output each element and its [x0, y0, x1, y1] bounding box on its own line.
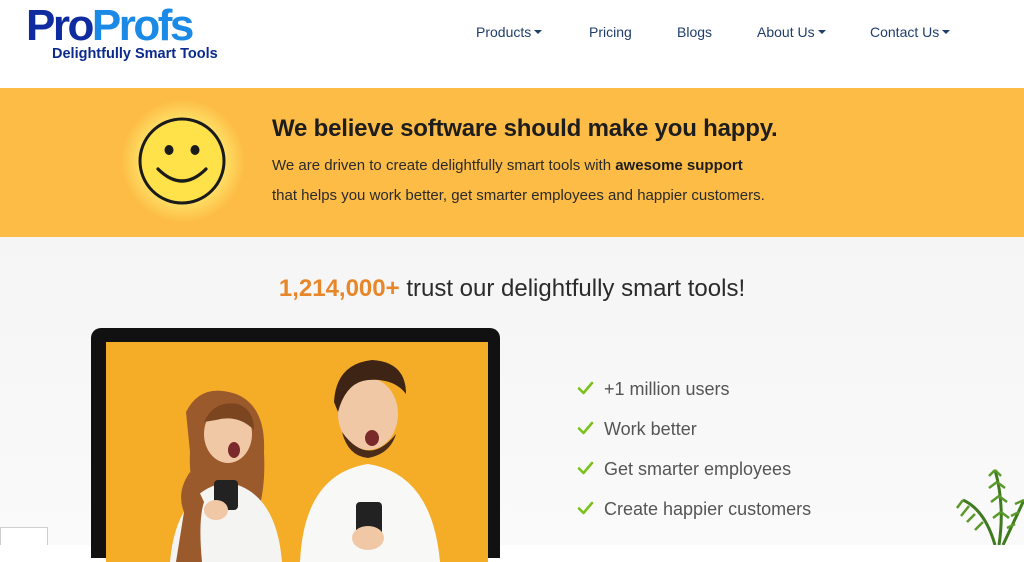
benefit-label: +1 million users	[604, 379, 730, 399]
check-icon	[577, 381, 594, 395]
user-count: 1,214,000+	[278, 275, 400, 302]
banner-description-line1: We are driven to create delightfully sma…	[272, 157, 743, 174]
trust-section: 1,214,000+ trust our delightfully smart …	[0, 237, 1024, 562]
banner-awesome-support: awesome support	[615, 157, 743, 174]
nav-about-us[interactable]: About Us	[757, 22, 826, 42]
nav-pricing-label: Pricing	[589, 24, 632, 40]
caret-down-icon	[534, 30, 543, 34]
nav-products-label: Products	[476, 24, 532, 40]
benefit-label: Create happier customers	[604, 499, 812, 519]
happy-people-illustration	[106, 342, 488, 562]
nav-products[interactable]: Products	[476, 22, 543, 42]
proprofs-logo[interactable]: ProProfs Delightfully Smart Tools	[26, 4, 226, 68]
nav-contact-us[interactable]: Contact Us	[870, 22, 951, 42]
logo-tagline: Delightfully Smart Tools	[52, 46, 218, 62]
happy-banner: We believe software should make you happ…	[0, 88, 1024, 237]
caret-down-icon	[942, 30, 951, 34]
banner-line1-text: We are driven to create delightfully sma…	[272, 157, 616, 174]
monitor-frame	[91, 328, 500, 562]
logo-pro-text: Pro	[26, 1, 94, 50]
logo-wordmark: ProProfs	[26, 1, 194, 50]
trust-headline: 1,214,000+ trust our delightfully smart …	[0, 275, 1024, 303]
nav-blogs[interactable]: Blogs	[677, 22, 712, 42]
logo-profs-text: Profs	[91, 1, 194, 50]
nav-pricing[interactable]: Pricing	[589, 22, 632, 42]
plant-decoration	[956, 469, 1024, 545]
benefit-label: Work better	[604, 419, 697, 439]
nav-blogs-label: Blogs	[677, 24, 713, 40]
benefit-label: Get smarter employees	[604, 459, 792, 479]
check-icon	[577, 501, 594, 515]
banner-title: We believe software should make you happ…	[272, 115, 778, 142]
banner-description-line2: that helps you work better, get smarter …	[272, 187, 765, 204]
smiley-face-icon	[138, 117, 226, 205]
nav-about-us-label: About Us	[757, 24, 815, 40]
nav-contact-us-label: Contact Us	[870, 24, 940, 40]
site-header: ProProfs Delightfully Smart Tools Produc…	[0, 0, 1024, 88]
hero-photo	[106, 342, 488, 562]
caret-down-icon	[817, 30, 826, 34]
check-icon	[577, 421, 594, 435]
trust-headline-text: trust our delightfully smart tools!	[399, 275, 746, 302]
check-icon	[577, 461, 594, 475]
chat-widget-edge[interactable]	[0, 527, 48, 545]
